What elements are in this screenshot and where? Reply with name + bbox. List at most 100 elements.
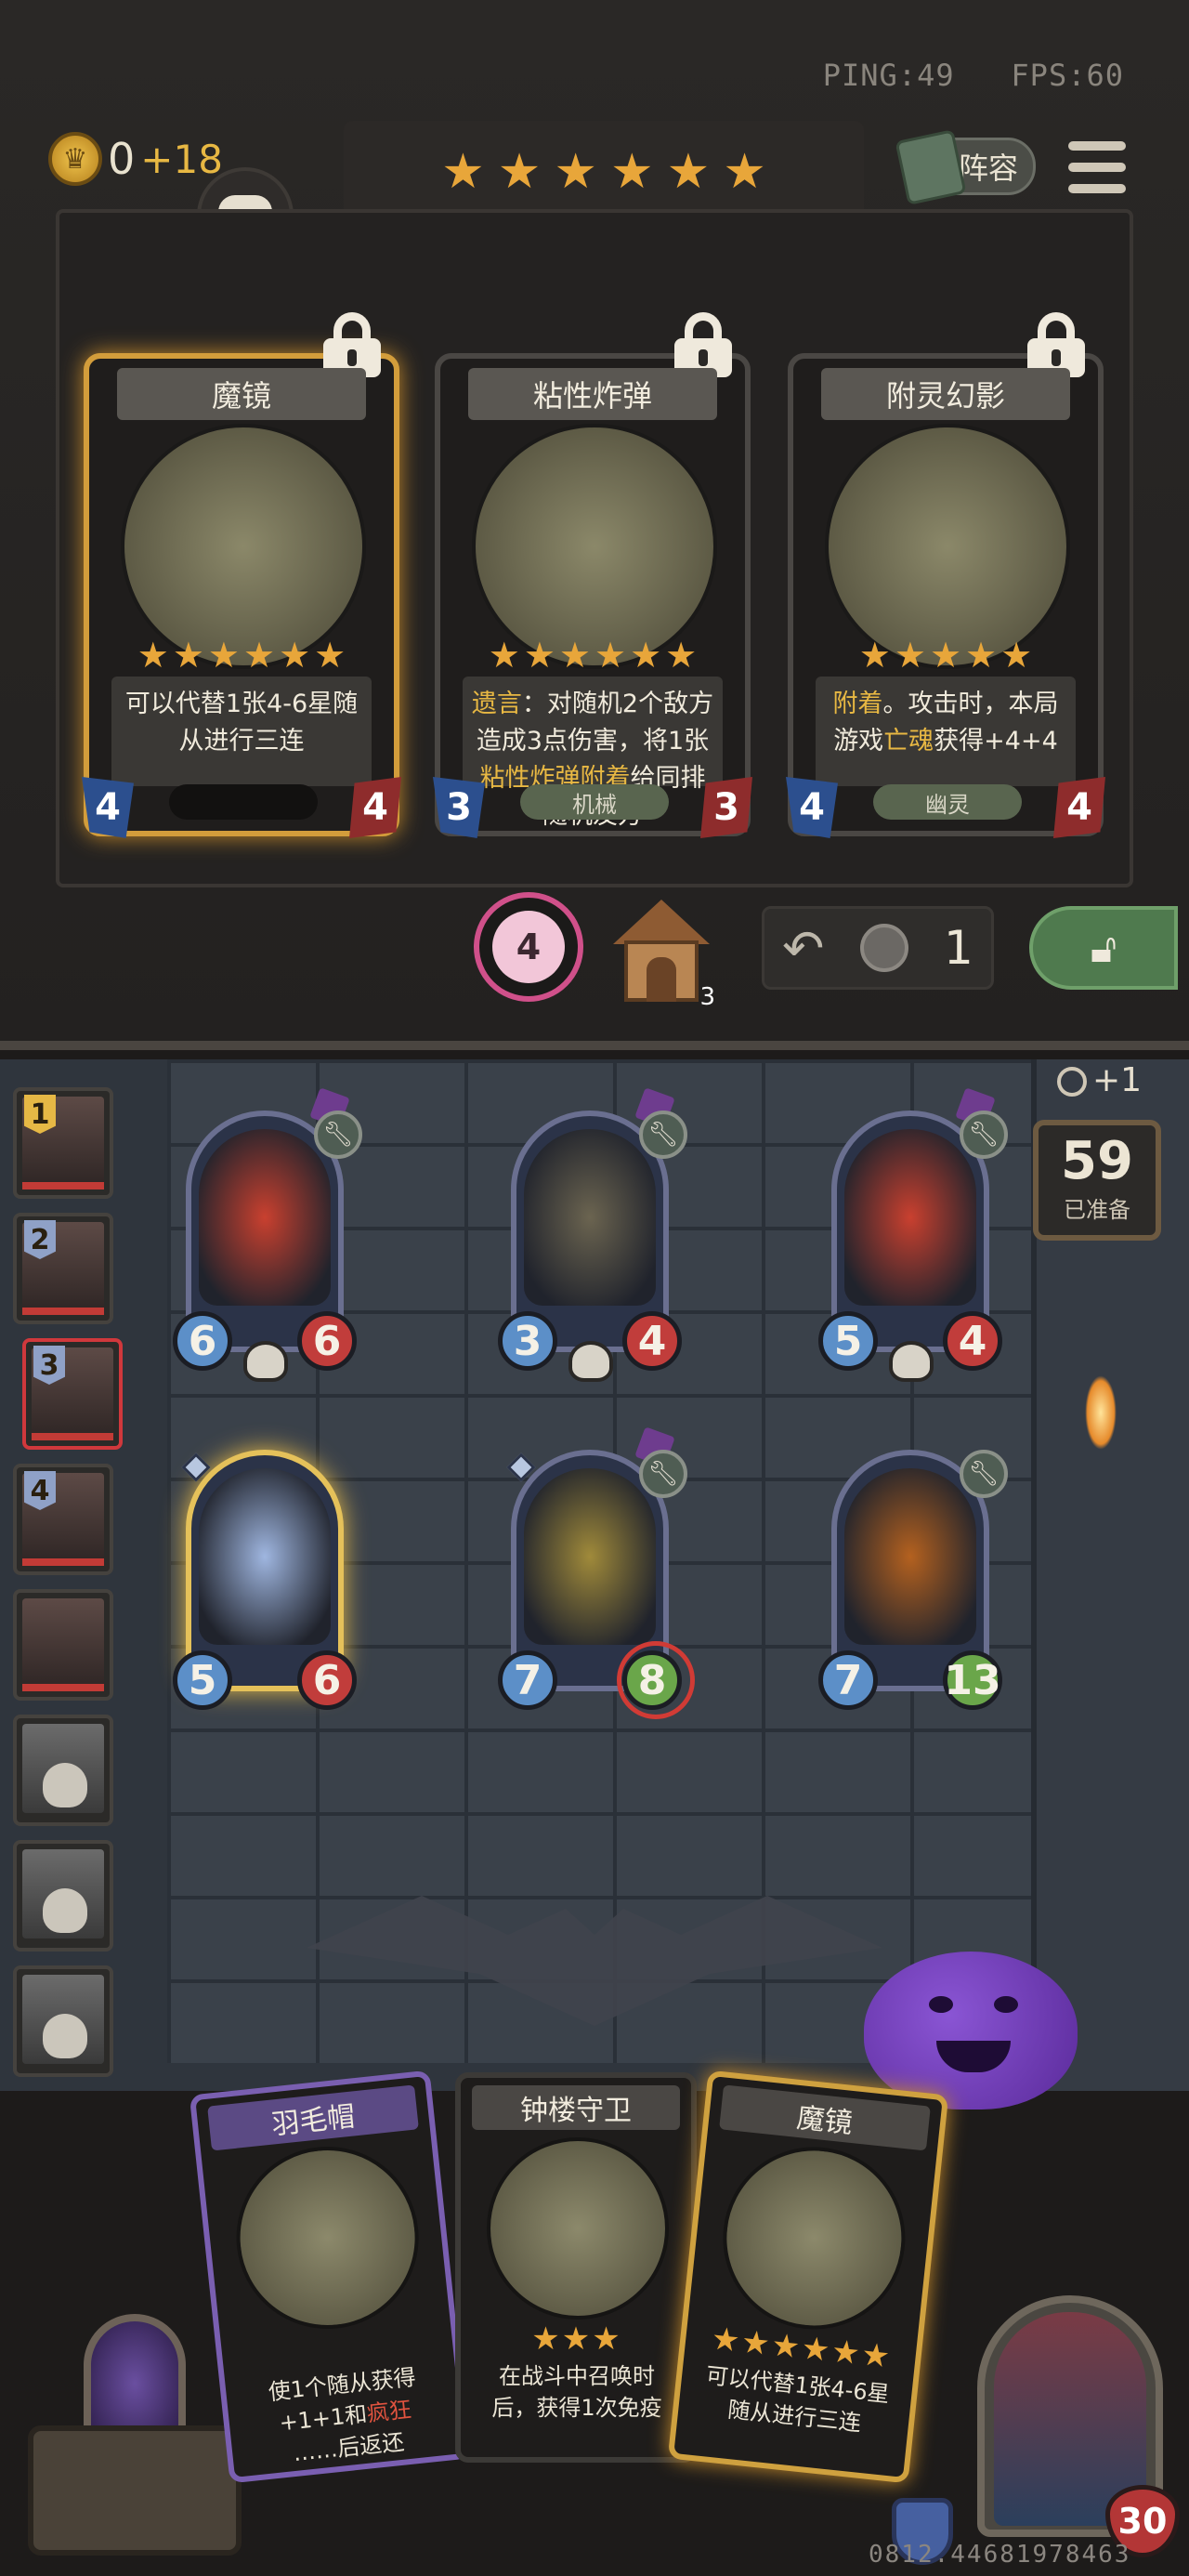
card-stars: ★ ★ ★ ★ ★ ★: [89, 637, 394, 673]
gold-counter: ♛ 0 +18: [48, 132, 223, 186]
star-icon: ★: [830, 2333, 862, 2373]
mermaid-minion[interactable]: 56: [167, 1450, 362, 1710]
player-rank: 1: [24, 1095, 56, 1134]
user-id: 0812.44681978463: [869, 2541, 1131, 2569]
lineup-label: 阵容: [958, 151, 1018, 186]
network-status: PING:49 FPS:60: [823, 58, 1124, 93]
minion-health: 6: [297, 1311, 357, 1371]
ready-bonus: +1: [1057, 1061, 1142, 1099]
hooded-scavenger-minion[interactable]: 🔧︎ 3 4: [492, 1087, 687, 1382]
health-stat: 3: [700, 777, 752, 838]
card-description: 遗言：对随机2个敌方造成3点伤害，将1张粘性炸弹附着给同排随机友方: [463, 677, 723, 830]
shop-card[interactable]: 魔镜 ★ ★ ★ ★ ★ ★ 可以代替1张4-6星随从进行三连 4 4: [82, 312, 401, 838]
player-slot[interactable]: 1: [13, 1087, 113, 1199]
hand-card[interactable]: 钟楼守卫 ★ ★ ★ 在战斗中召唤时 后，获得1次免疫: [455, 2072, 697, 2463]
star-icon: ★: [137, 635, 169, 676]
card-tribe-tag: [169, 784, 318, 820]
hand-card[interactable]: 魔镜 ★ ★ ★ ★ ★ ★ 可以代替1张4-6星 随从进行三连: [667, 2070, 949, 2484]
card-art: [121, 424, 366, 669]
player-rank: 3: [33, 1346, 65, 1385]
minion-attack: 6: [173, 1311, 232, 1371]
card-name: 粘性炸弹: [468, 368, 717, 420]
tier-star-icon: ★: [610, 144, 654, 200]
player-slot[interactable]: [13, 1715, 113, 1826]
minion-attack: 7: [818, 1650, 878, 1710]
star-icon: ★: [665, 635, 698, 676]
player-health-bar: [22, 1558, 104, 1566]
ping-readout: PING:49: [822, 58, 955, 93]
minion-art: [524, 1129, 656, 1306]
minion-attack: 5: [173, 1650, 232, 1710]
card-name: 魔镜: [117, 368, 366, 420]
star-icon: ★: [561, 2320, 591, 2358]
ready-count: 59: [1061, 1131, 1133, 1191]
minion-art: [844, 1468, 976, 1645]
target-crosshair-icon: [617, 1641, 695, 1719]
hand-card-art: [487, 2137, 669, 2320]
tier-star-icon: ★: [441, 144, 485, 200]
player-slot[interactable]: 3: [22, 1338, 123, 1450]
gold-gain: +18: [140, 136, 223, 182]
card-description: 可以代替1张4-6星随从进行三连: [111, 677, 372, 786]
description-text: 附着: [832, 690, 883, 718]
refresh-button[interactable]: ↶ 1: [762, 906, 994, 990]
hand-card-name: 羽毛帽: [207, 2084, 419, 2151]
health-stat: 4: [1053, 777, 1105, 838]
hero-portrait[interactable]: 30: [892, 2295, 1180, 2565]
clocktower-guard-minion[interactable]: 🔧︎ 7 8: [492, 1426, 695, 1719]
minion-health: 6: [297, 1650, 357, 1710]
red-dragon-minion[interactable]: 🔧︎ 6 6: [167, 1087, 362, 1382]
tier-star-icon: ★: [554, 144, 597, 200]
coin-timer[interactable]: 4: [474, 892, 583, 1002]
wrench-icon: 🔧︎: [639, 1450, 687, 1498]
star-icon: ★: [965, 635, 998, 676]
minion-art: [199, 1129, 331, 1306]
attack-stat: 4: [82, 777, 134, 838]
player-rank: 4: [24, 1471, 56, 1510]
shop-card[interactable]: 粘性炸弹★★★★★★遗言：对随机2个敌方造成3点伤害，将1张粘性炸弹附着给同排随…: [433, 312, 752, 838]
star-icon: ★: [859, 2335, 892, 2376]
coin-icon: [859, 924, 908, 972]
lineup-button[interactable]: 阵容: [895, 129, 1036, 205]
tier-star-icon: ★: [497, 144, 542, 200]
hooded-cultist-minion[interactable]: 🔧︎ 7 13: [813, 1450, 1008, 1710]
treasure-chest[interactable]: [28, 2305, 242, 2556]
player-slot[interactable]: [13, 1589, 113, 1701]
star-icon: ★: [769, 2326, 803, 2367]
description-line: 在战斗中召唤时: [474, 2360, 680, 2392]
menu-icon: [1068, 141, 1126, 151]
player-slot[interactable]: [13, 1965, 113, 2077]
description-text: 后，获得1次免疫: [491, 2395, 662, 2421]
star-icon: ★: [858, 635, 891, 676]
purple-pet[interactable]: [864, 1952, 1078, 2109]
deathrattle-skull-icon: [889, 1341, 934, 1382]
hand-card-stars: ★ ★ ★: [461, 2323, 691, 2355]
freeze-shop-button[interactable]: 🔓︎: [1029, 906, 1178, 990]
minion-attack: 7: [498, 1650, 557, 1710]
shop-card[interactable]: 附灵幻影 ★ ★ ★ ★ ★ 附着。攻击时，本局游戏亡魂获得+4+4 幽灵 4 4: [786, 312, 1105, 838]
card-art: [472, 424, 717, 669]
hand-card-art: [227, 2137, 428, 2338]
hand-card-art: [713, 2137, 915, 2339]
minion-art: [524, 1468, 656, 1645]
description-text: 亡魂: [883, 727, 934, 756]
player-slot[interactable]: [13, 1840, 113, 1952]
hand-card[interactable]: 羽毛帽 使1个随从获得 +1+1和疯狂 ……后返还: [189, 2070, 471, 2484]
minion-art: [199, 1468, 331, 1645]
minion-attack: 5: [818, 1311, 878, 1371]
star-icon: ★: [314, 635, 346, 676]
coin-timer-value: 4: [492, 911, 565, 983]
menu-button[interactable]: [1068, 141, 1126, 193]
unlock-icon: 🔓︎: [1090, 924, 1117, 972]
card-art: [825, 424, 1070, 669]
star-icon: ★: [1000, 635, 1033, 676]
skull-icon: [43, 2014, 87, 2058]
player-slot[interactable]: 2: [13, 1213, 113, 1324]
refresh-cost: 1: [944, 921, 973, 975]
refresh-icon: ↶: [782, 918, 825, 978]
player-slot[interactable]: 4: [13, 1464, 113, 1575]
description-text: 可以代替1张4-6星随从进行三连: [124, 690, 359, 756]
red-dragon-minion-2[interactable]: 🔧︎ 5 4: [813, 1087, 1008, 1382]
health-stat: 4: [349, 777, 401, 838]
house-button[interactable]: 3: [613, 900, 715, 1011]
